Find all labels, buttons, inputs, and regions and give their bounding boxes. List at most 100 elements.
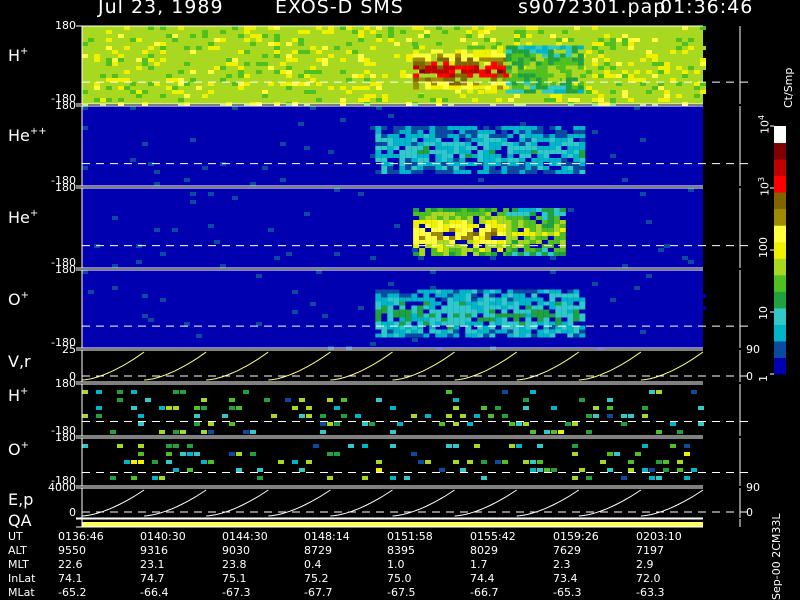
spectrogram-cell <box>310 46 316 50</box>
table-cell: 2.3 <box>553 558 571 571</box>
spectrogram-cell <box>604 334 610 338</box>
spectrogram-feature-0 <box>435 126 442 130</box>
spectrogram-cell <box>376 34 382 38</box>
spectrogram-cell <box>352 42 358 46</box>
spectrogram-feature-0 <box>453 150 460 154</box>
spectrogram-cell <box>358 38 364 42</box>
spectrogram-feature-0 <box>567 297 574 302</box>
spectrogram-feature-1 <box>511 49 518 54</box>
spectrogram-feature-0 <box>561 305 568 310</box>
spectrogram-cell <box>196 46 202 50</box>
spectrogram-feature-0 <box>549 158 556 162</box>
spectrogram-cell <box>448 42 454 46</box>
table-cell: 9316 <box>140 544 168 557</box>
spectrogram-feature-0 <box>393 130 400 134</box>
spectrogram-cell <box>274 42 280 46</box>
spectrogram-cell <box>598 54 604 58</box>
spectrogram-feature-0 <box>543 317 550 322</box>
spectrogram-feature-1 <box>541 73 548 78</box>
spectrogram-cell <box>346 38 352 42</box>
spectrogram-feature-0 <box>419 61 426 66</box>
spectrogram-feature-1 <box>535 65 542 70</box>
spectrogram-feature-0 <box>491 77 498 82</box>
spectrogram-feature-0 <box>419 252 426 256</box>
spectrogram-feature-0 <box>399 150 406 154</box>
spectrogram-feature-0 <box>387 150 394 154</box>
spectrogram-cell <box>226 46 232 50</box>
spectrogram-cell <box>700 90 706 94</box>
spectrogram-cell <box>520 122 526 126</box>
spectrogram-feature-0 <box>447 150 454 154</box>
spectrogram-cell <box>670 444 676 448</box>
table-row-label: MLT <box>8 558 29 571</box>
spectrogram-feature-0 <box>519 142 526 146</box>
spectrogram-feature-1 <box>547 53 554 58</box>
spectrogram-cell <box>262 50 268 54</box>
spectrogram-cell <box>418 94 424 98</box>
spectrogram-feature-0 <box>461 89 468 94</box>
spectrogram-feature-0 <box>495 126 502 130</box>
spectrogram-feature-0 <box>491 216 498 220</box>
spectrogram-cell <box>136 66 142 70</box>
spectrogram-feature-0 <box>479 208 486 212</box>
spectrogram-cell <box>148 134 154 138</box>
spectrogram-cell <box>148 38 154 42</box>
spectrogram-feature-0 <box>561 166 568 170</box>
spectrogram-cell <box>238 66 244 70</box>
spectrogram-feature-0 <box>461 45 468 50</box>
spectrogram-cell <box>138 460 144 464</box>
spectrogram-cell <box>628 46 634 50</box>
spectrogram-cell <box>285 398 291 402</box>
spectrogram-feature-1 <box>577 65 584 70</box>
spectrogram-feature-0 <box>465 138 472 142</box>
spectrogram-cell <box>649 468 655 472</box>
spectrogram-cell <box>340 26 346 30</box>
spectrogram-feature-0 <box>555 126 562 130</box>
spectrogram-cell <box>154 290 160 294</box>
spectrogram-feature-0 <box>443 73 450 78</box>
spectrogram-cell <box>136 90 142 94</box>
spectrogram-feature-0 <box>381 158 388 162</box>
spectrogram-feature-0 <box>411 333 418 338</box>
spectrogram-cell <box>670 26 676 30</box>
spectrogram-feature-0 <box>483 126 490 130</box>
spectrogram-feature-0 <box>431 240 438 244</box>
spectrogram-cell <box>610 90 616 94</box>
table-cell: 74.1 <box>58 572 83 585</box>
spectrogram-feature-0 <box>423 146 430 150</box>
spectrogram-feature-1 <box>535 216 542 220</box>
spectrogram-feature-0 <box>567 329 574 334</box>
spectrogram-feature-0 <box>443 69 450 74</box>
spectrogram-cell <box>550 94 556 98</box>
spectrogram-feature-0 <box>425 212 432 216</box>
spectrogram-feature-0 <box>447 126 454 130</box>
spectrogram-cell <box>550 34 556 38</box>
y-tick-label: 4000 <box>48 481 76 494</box>
spectrogram-cell <box>682 50 688 54</box>
spectrogram-cell <box>376 468 382 472</box>
spectrogram-feature-0 <box>465 309 472 314</box>
spectrogram-cell <box>352 86 358 90</box>
spectrogram-cell <box>136 38 142 42</box>
spectrogram-cell <box>412 338 418 342</box>
spectrogram-cell <box>112 42 118 46</box>
spectrogram-cell <box>306 406 312 410</box>
spectrogram-feature-0 <box>431 232 438 236</box>
spectrogram-feature-0 <box>387 329 394 334</box>
spectrogram-cell <box>152 476 158 480</box>
spectrogram-feature-1 <box>535 224 542 228</box>
spectrogram-cell <box>442 34 448 38</box>
spectrogram-cell <box>208 192 214 196</box>
spectrogram-cell <box>226 38 232 42</box>
spectrogram-cell <box>676 66 682 70</box>
spectrogram-cell <box>616 264 622 268</box>
spectrogram-feature-0 <box>447 154 454 158</box>
spectrogram-feature-1 <box>547 69 554 74</box>
spectrogram-cell <box>544 468 550 472</box>
spectrogram-feature-1 <box>553 85 560 90</box>
spectrogram-feature-1 <box>553 208 560 212</box>
table-cell: 75.1 <box>222 572 247 585</box>
spectrogram-feature-1 <box>523 212 530 216</box>
spectrogram-feature-0 <box>429 301 436 306</box>
spectrogram-cell <box>550 98 556 102</box>
